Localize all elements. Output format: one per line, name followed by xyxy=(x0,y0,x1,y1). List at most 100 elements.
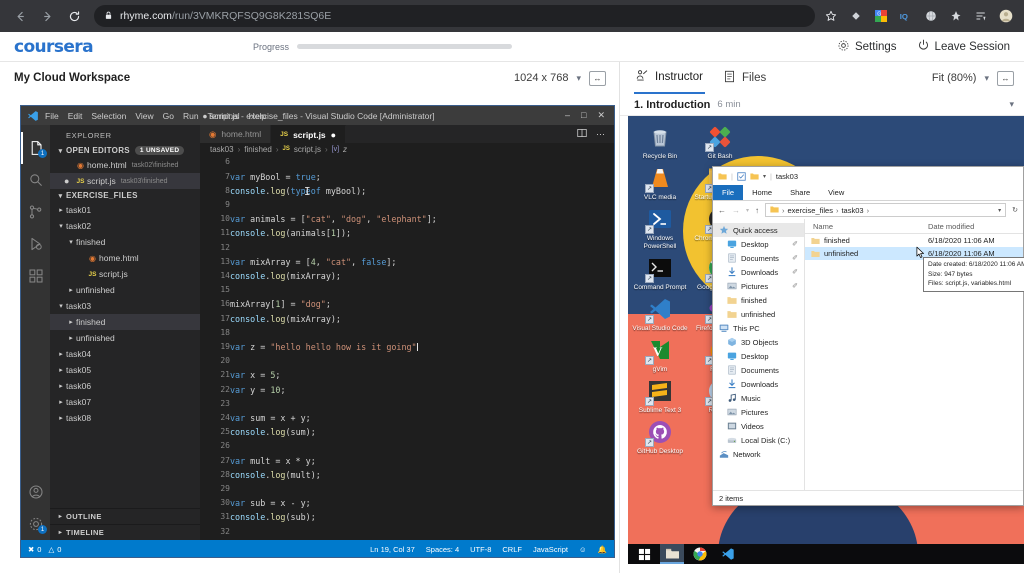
code-line[interactable]: 33var stringAdd = myString + x ; xyxy=(200,539,614,540)
minimize-icon[interactable]: ‒ xyxy=(565,110,570,121)
breadcrumb-script-js[interactable]: script.js xyxy=(294,145,321,154)
code-line[interactable]: 22 var y = 10; xyxy=(200,383,614,397)
menu-terminal[interactable]: Terminal xyxy=(208,111,240,121)
code-line[interactable]: 20 xyxy=(200,354,614,368)
desktop-icon-gvim[interactable]: V ↗ gVim xyxy=(632,335,688,374)
nav-item-desktop[interactable]: Desktop ✐ xyxy=(713,237,804,251)
timeline-section-header[interactable]: ▸ TIMELINE xyxy=(50,524,200,540)
code-line[interactable]: 11 console.log(animals[1]); xyxy=(200,226,614,240)
leave-session-button[interactable]: Leave Session xyxy=(917,39,1010,55)
menu-selection[interactable]: Selection xyxy=(91,111,126,121)
search-icon[interactable] xyxy=(21,164,50,196)
chrome-icon[interactable] xyxy=(688,544,712,564)
code-line[interactable]: 32 xyxy=(200,525,614,539)
extensions-icon[interactable] xyxy=(21,260,50,292)
resolution-value[interactable]: 1024 x 768 xyxy=(514,72,568,84)
code-line[interactable]: 31 console.log(sub); xyxy=(200,510,614,524)
file-explorer-list-view[interactable]: Name Date modified finished 6/18/2020 11… xyxy=(805,219,1024,490)
tree-item-task06[interactable]: ▸ task06 xyxy=(50,378,200,394)
nav-item-videos[interactable]: Videos xyxy=(713,419,804,433)
browser-reload-button[interactable] xyxy=(62,4,86,28)
nav-item-network[interactable]: Network xyxy=(713,447,804,461)
start-button-icon[interactable] xyxy=(632,544,656,564)
code-line[interactable]: 13 var mixArray = [4, "cat", false]; xyxy=(200,255,614,269)
ribbon-tab-file[interactable]: File xyxy=(713,185,744,200)
tree-item-task08[interactable]: ▸ task08 xyxy=(50,410,200,426)
nav-item-3d-objects[interactable]: 3D Objects xyxy=(713,335,804,349)
ribbon-tab-home[interactable]: Home xyxy=(743,185,781,200)
tree-item-task01[interactable]: ▸ task01 xyxy=(50,202,200,218)
settings-button[interactable]: Settings xyxy=(837,39,897,55)
tab-instructor[interactable]: Instructor xyxy=(634,62,705,94)
column-header-date-modified[interactable]: Date modified xyxy=(928,222,1023,231)
close-icon[interactable]: ✕ xyxy=(597,110,605,121)
browser-forward-button[interactable] xyxy=(35,4,59,28)
tree-item-task05[interactable]: ▸ task05 xyxy=(50,362,200,378)
code-line[interactable]: 14 console.log(mixArray); xyxy=(200,269,614,283)
editor-tab-script-js[interactable]: JS script.js ● xyxy=(271,125,347,143)
cursor-position[interactable]: Ln 19, Col 37 xyxy=(370,545,415,554)
breadcrumb-task03[interactable]: task03 xyxy=(210,145,234,154)
tree-item-finished[interactable]: ▸ finished xyxy=(50,314,200,330)
menu-go[interactable]: Go xyxy=(163,111,174,121)
nav-item-desktop[interactable]: Desktop xyxy=(713,349,804,363)
breadcrumb-symbol-z[interactable]: z xyxy=(343,145,347,154)
code-line[interactable]: 29 xyxy=(200,482,614,496)
customize-dropdown-icon[interactable]: ▾ xyxy=(763,173,766,180)
refresh-icon[interactable]: ↻ xyxy=(1012,206,1018,214)
desktop-icon-vlc-media[interactable]: ↗ VLC media xyxy=(632,163,688,202)
nav-item-documents[interactable]: Documents ✐ xyxy=(713,251,804,265)
cloud-workspace-vm-left[interactable]: File Edit Selection View Go Run Terminal… xyxy=(20,105,615,558)
code-line[interactable]: 16 mixArray[1] = "dog"; xyxy=(200,297,614,311)
code-line[interactable]: 28 console.log(mult); xyxy=(200,468,614,482)
tree-item-task07[interactable]: ▸ task07 xyxy=(50,394,200,410)
back-arrow-icon[interactable]: ← xyxy=(718,206,726,215)
tree-item-task04[interactable]: ▸ task04 xyxy=(50,346,200,362)
pocket-extension-icon[interactable] xyxy=(948,8,964,24)
run-debug-icon[interactable] xyxy=(21,228,50,260)
chevron-down-icon[interactable]: ▾ xyxy=(998,207,1001,214)
nav-item-documents[interactable]: Documents xyxy=(713,363,804,377)
notifications-bell-icon[interactable]: 🔔 xyxy=(598,545,607,554)
chevron-down-icon[interactable]: ▾ xyxy=(984,73,989,84)
nav-item-finished[interactable]: finished xyxy=(713,293,804,307)
open-editor-script-js[interactable]: ● JS script.js task03\finished xyxy=(50,173,200,189)
source-control-icon[interactable] xyxy=(21,196,50,228)
extension-icon[interactable] xyxy=(848,8,864,24)
up-arrow-icon[interactable]: ↑ xyxy=(755,206,759,215)
path-crumb-exercise-files[interactable]: exercise_files xyxy=(788,206,833,215)
menu-edit[interactable]: Edit xyxy=(68,111,83,121)
desktop-icon-sublime-text-3[interactable]: ↗ Sublime Text 3 xyxy=(632,376,688,415)
nav-item-unfinished[interactable]: unfinished xyxy=(713,307,804,321)
code-line[interactable]: 7 var myBool = true; xyxy=(200,170,614,184)
code-line[interactable]: 12 xyxy=(200,241,614,255)
pin-icon[interactable]: ✐ xyxy=(792,268,804,276)
project-section-header[interactable]: ▾ EXERCISE_FILES xyxy=(50,189,200,202)
encoding-setting[interactable]: UTF-8 xyxy=(470,545,491,554)
path-crumb-task03[interactable]: task03 xyxy=(841,206,863,215)
desktop-icon-visual-studio-code[interactable]: ↗ Visual Studio Code xyxy=(632,294,688,333)
coursera-logo[interactable]: coursera xyxy=(14,37,94,57)
menu-help[interactable]: Help xyxy=(249,111,266,121)
desktop-icon-windows-powershell[interactable]: ↗ Windows PowerShell xyxy=(632,204,688,251)
properties-icon[interactable] xyxy=(737,171,746,181)
browser-back-button[interactable] xyxy=(8,4,32,28)
warning-triangle-icon[interactable]: △ xyxy=(48,545,54,554)
breadcrumb-finished[interactable]: finished xyxy=(244,145,272,154)
code-line[interactable]: 9 xyxy=(200,198,614,212)
more-actions-icon[interactable]: ⋯ xyxy=(596,129,606,140)
desktop-icon-git-bash[interactable]: ↗ Git Bash xyxy=(692,122,748,161)
address-path-box[interactable]: › exercise_files › task03 › ▾ xyxy=(765,203,1007,217)
manage-settings-icon[interactable]: 1 xyxy=(21,508,50,540)
desktop-icon-github-desktop[interactable]: ↗ GitHub Desktop xyxy=(632,417,688,456)
desktop-icon-recycle-bin[interactable]: Recycle Bin xyxy=(632,122,688,161)
code-line[interactable]: 15 xyxy=(200,283,614,297)
code-line[interactable]: 27 var mult = x * y; xyxy=(200,454,614,468)
menu-file[interactable]: File xyxy=(45,111,59,121)
file-explorer-window[interactable]: | ▾ | task03 File Home Share View ← → ▾ … xyxy=(712,166,1024,506)
code-line[interactable]: 8 console.log(typeof myBool); xyxy=(200,184,614,198)
fullscreen-expand-button[interactable]: ↔ xyxy=(589,70,606,86)
code-line[interactable]: 23 xyxy=(200,397,614,411)
language-mode[interactable]: JavaScript xyxy=(533,545,568,554)
ribbon-tab-view[interactable]: View xyxy=(819,185,853,200)
